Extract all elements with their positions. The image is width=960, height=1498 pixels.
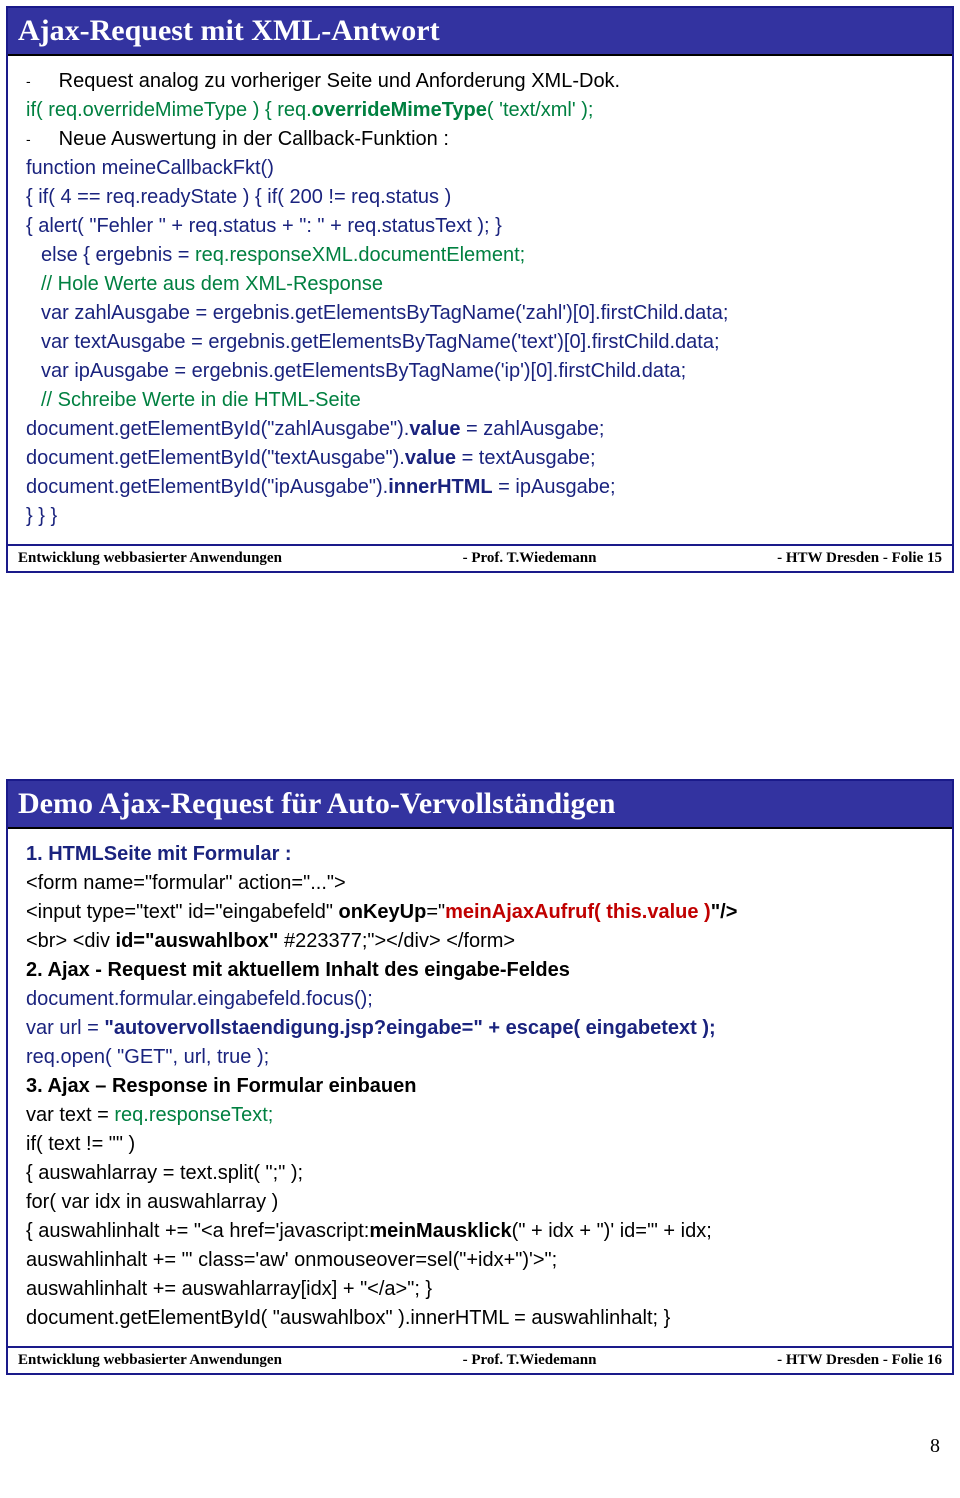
section-heading: 1. HTMLSeite mit Formular :: [26, 841, 934, 868]
code-line: var ipAusgabe = ergebnis.getElementsByTa…: [41, 358, 934, 385]
code-line: if( req.overrideMimeType ) { req.overrid…: [26, 97, 934, 124]
code-part: else { ergebnis =: [41, 244, 195, 266]
slide-title: Ajax-Request mit XML-Antwort: [8, 8, 952, 56]
slide-body: Request analog zu vorheriger Seite und A…: [8, 56, 952, 538]
page-number: 8: [0, 1435, 940, 1458]
code-part: if( req.overrideMimeType ) { req.: [26, 99, 312, 121]
code-line: <br> <div id="auswahlbox" #223377;"></di…: [26, 928, 934, 955]
code-bold: meinMausklick: [369, 1220, 511, 1242]
code-line: { auswahlarray = text.split( ";" );: [26, 1160, 934, 1187]
code-line: <input type="text" id="eingabefeld" onKe…: [26, 899, 934, 926]
code-part: =": [426, 901, 445, 923]
code-line: var textAusgabe = ergebnis.getElementsBy…: [41, 329, 934, 356]
code-line: { auswahlinhalt += "<a href='javascript:…: [26, 1218, 934, 1245]
code-line: var url = "autovervollstaendigung.jsp?ei…: [26, 1015, 934, 1042]
code-line: if( text != "" ): [26, 1131, 934, 1158]
code-line: var zahlAusgabe = ergebnis.getElementsBy…: [41, 300, 934, 327]
code-part: { auswahlinhalt += "<a href='javascript:: [26, 1220, 369, 1242]
code-bold: onKeyUp: [339, 901, 427, 923]
slide-footer: Entwicklung webbasierter Anwendungen - P…: [8, 1348, 952, 1373]
code-line: document.getElementById( "auswahlbox" ).…: [26, 1305, 934, 1332]
section-heading: 3. Ajax – Response in Formular einbauen: [26, 1073, 934, 1100]
code-line: { alert( "Fehler " + req.status + ": " +…: [26, 213, 934, 240]
slide-2: Demo Ajax-Request für Auto-Vervollständi…: [6, 779, 954, 1375]
code-part: = textAusgabe;: [456, 447, 596, 469]
code-line: req.open( "GET", url, true );: [26, 1044, 934, 1071]
footer-left: Entwicklung webbasierter Anwendungen: [18, 1352, 282, 1369]
code-part: <input type="text" id="eingabefeld": [26, 901, 339, 923]
code-bold: innerHTML: [388, 476, 492, 498]
code-line: else { ergebnis = req.responseXML.docume…: [41, 242, 934, 269]
code-bold: "autovervollstaendigung.jsp?eingabe=" + …: [104, 1017, 715, 1039]
footer-right: - HTW Dresden - Folie 15: [777, 550, 942, 567]
code-line: var text = req.responseText;: [26, 1102, 934, 1129]
slide-title: Demo Ajax-Request für Auto-Vervollständi…: [8, 781, 952, 829]
comment-line: // Schreibe Werte in die HTML-Seite: [41, 387, 934, 414]
code-part: document.getElementById("zahlAusgabe").: [26, 418, 409, 440]
text-line: Request analog zu vorheriger Seite und A…: [26, 68, 934, 95]
code-line: document.getElementById("textAusgabe").v…: [26, 445, 934, 472]
code-bold: id="auswahlbox": [116, 930, 279, 952]
code-part: document.getElementById("textAusgabe").: [26, 447, 405, 469]
code-part: = zahlAusgabe;: [460, 418, 604, 440]
code-part: ( 'text/xml' );: [487, 99, 594, 121]
code-bold: value: [405, 447, 456, 469]
code-part: document.getElementById("ipAusgabe").: [26, 476, 388, 498]
footer-mid: - Prof. T.Wiedemann: [463, 550, 597, 567]
code-part: (" + idx + ")' id='" + idx;: [512, 1220, 712, 1242]
code-line: { if( 4 == req.readyState ) { if( 200 !=…: [26, 184, 934, 211]
code-highlight: req.responseXML.documentElement;: [195, 244, 525, 266]
slide-1: Ajax-Request mit XML-Antwort Request ana…: [6, 6, 954, 573]
code-line: document.getElementById("zahlAusgabe").v…: [26, 416, 934, 443]
code-part: #223377;"></div> </form>: [278, 930, 515, 952]
footer-mid: - Prof. T.Wiedemann: [463, 1352, 597, 1369]
comment-line: // Hole Werte aus dem XML-Response: [41, 271, 934, 298]
footer-right: - HTW Dresden - Folie 16: [777, 1352, 942, 1369]
footer-left: Entwicklung webbasierter Anwendungen: [18, 550, 282, 567]
code-bold: "/>: [711, 901, 738, 923]
code-line: document.formular.eingabefeld.focus();: [26, 986, 934, 1013]
code-line: auswahlinhalt += auswahlarray[idx] + "</…: [26, 1276, 934, 1303]
code-line: <form name="formular" action="...">: [26, 870, 934, 897]
slide-footer: Entwicklung webbasierter Anwendungen - P…: [8, 546, 952, 571]
code-part: <br> <div: [26, 930, 116, 952]
code-part: var text =: [26, 1104, 114, 1126]
code-line: function meineCallbackFkt(): [26, 155, 934, 182]
code-part: var url =: [26, 1017, 104, 1039]
slide-body: 1. HTMLSeite mit Formular : <form name="…: [8, 829, 952, 1340]
code-line: } } }: [26, 503, 934, 530]
code-green: req.responseText;: [114, 1104, 273, 1126]
code-line: for( var idx in auswahlarray ): [26, 1189, 934, 1216]
code-part: = ipAusgabe;: [493, 476, 616, 498]
code-line: auswahlinhalt += "' class='aw' onmouseov…: [26, 1247, 934, 1274]
code-red: meinAjaxAufruf( this.value ): [445, 901, 711, 923]
code-highlight: overrideMimeType: [312, 99, 487, 121]
code-line: document.getElementById("ipAusgabe").inn…: [26, 474, 934, 501]
section-heading: 2. Ajax - Request mit aktuellem Inhalt d…: [26, 957, 934, 984]
text-line: Neue Auswertung in der Callback-Funktion…: [26, 126, 934, 153]
code-bold: value: [409, 418, 460, 440]
